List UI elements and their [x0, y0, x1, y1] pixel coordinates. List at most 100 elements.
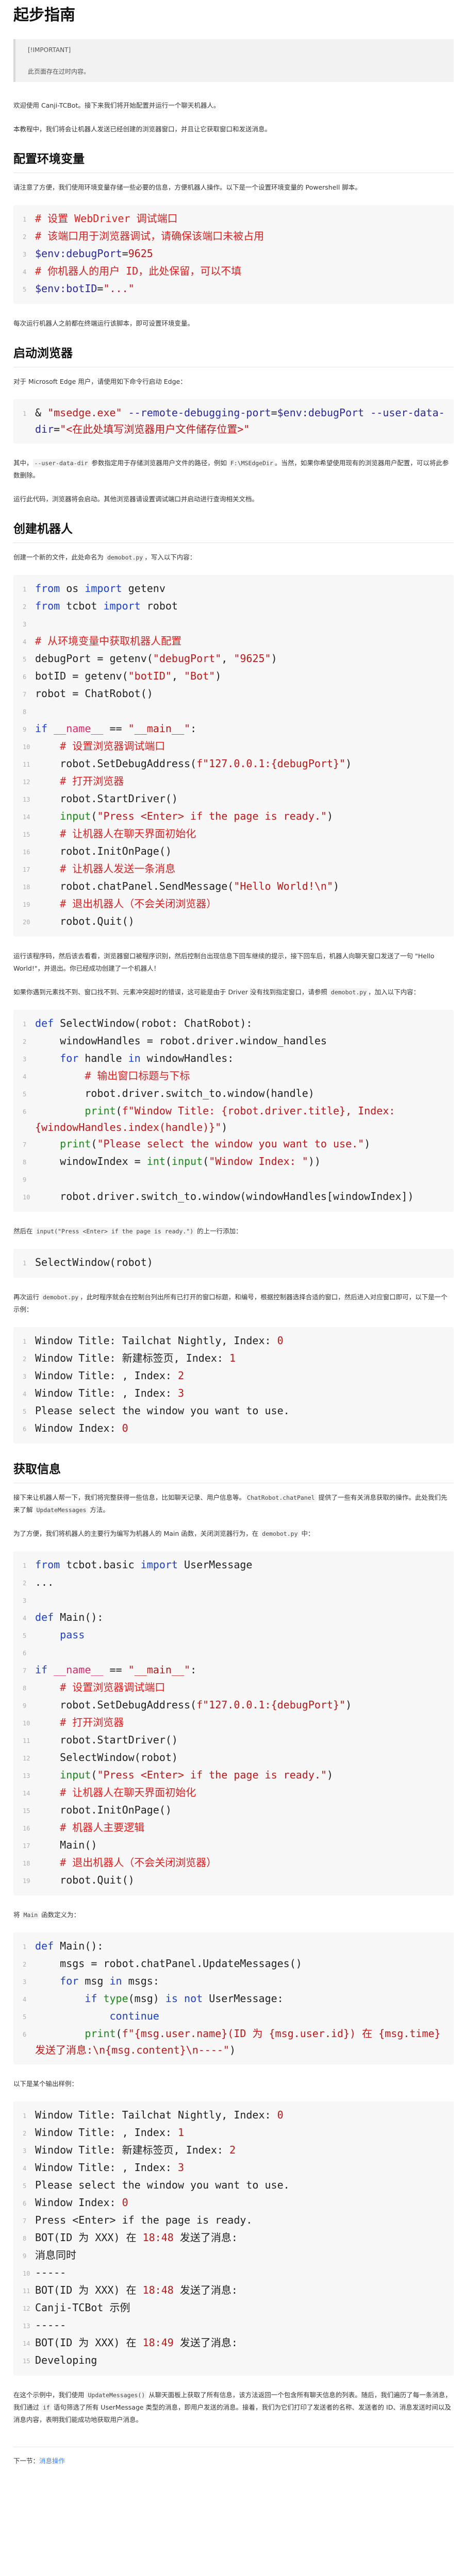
info-paragraph-2: 为了方便，我们将机器人的主要行为编写为机器人的 Main 函数，关闭浏览器行为，…: [13, 1528, 454, 1540]
line-number: 2: [23, 1355, 27, 1363]
line-number: 6: [23, 673, 27, 681]
line-number: 1: [23, 410, 27, 417]
code-line: 5 robot.driver.switch_to.window(handle): [20, 1085, 448, 1103]
code-line: 4 # 输出窗口标题与下标: [20, 1067, 448, 1085]
code-block-browser: 1 & "msedge.exe" --remote-debugging-port=…: [13, 399, 454, 444]
code-text: continue: [109, 2010, 159, 2022]
line-number: 1: [23, 1021, 27, 1028]
code-text: Window Title: Tailchat Nightly, Index: 0: [35, 2109, 284, 2121]
code-text: Window Title: 新建标签页, Index: 1: [35, 1352, 236, 1364]
line-number: 7: [23, 2217, 27, 2225]
browser-after-paragraph: 其中， --user-data-dir 参数指定用于存储浏览器用户文件的路径，例如…: [13, 457, 454, 482]
code-text: # 打开浏览器: [60, 775, 124, 787]
code-text: # 该端口用于浏览器调试，请确保该端口未被占用: [35, 230, 264, 242]
code-line: 1 # 设置 WebDriver 调试端口: [20, 210, 448, 228]
inline-code: demobot.py: [329, 988, 369, 996]
line-number: 3: [23, 1978, 27, 1986]
code-line: 4 # 你机器人的用户 ID，此处保留，可以不填: [20, 263, 448, 280]
code-line: 3 for msg in msgs:: [20, 1973, 448, 1990]
code-text: robot.SetDebugAddress(f"127.0.0.1:{debug…: [35, 757, 352, 770]
code-block-create-3: 1 SelectWindow(robot): [13, 1249, 454, 1278]
code-line: 12 SelectWindow(robot): [20, 1749, 448, 1767]
line-number: 5: [23, 286, 27, 293]
code-text: Developing: [35, 2354, 97, 2366]
inline-code: demobot.py: [105, 553, 145, 562]
code-line: 5 Please select the window you want to us…: [20, 2177, 448, 2194]
code-line: 8 # 设置浏览器调试端口: [20, 1679, 448, 1697]
next-section-link[interactable]: 消息操作: [39, 2457, 65, 2465]
code-line: 3 $env:debugPort=9625: [20, 245, 448, 263]
code-text: & "msedge.exe" --remote-debugging-port=$…: [35, 406, 445, 435]
code-line: 6 print(f"{msg.user.name}(ID 为 {msg.user…: [20, 2025, 448, 2058]
page-footer: 下一节：消息操作: [13, 2447, 454, 2465]
code-text: ​: [35, 1644, 448, 1660]
code-line: 2 from tcbot import robot: [20, 598, 448, 615]
code-line: 8 BOT(ID 为 XXX) 在 18:48 发送了消息:: [20, 2229, 448, 2247]
create-after-paragraph-3: 然后在 input("Press <Enter> if the page is …: [13, 1225, 454, 1238]
code-line: 3 for handle in windowHandles:: [20, 1050, 448, 1067]
line-number: 3: [23, 1056, 27, 1063]
line-number: 1: [23, 2112, 27, 2120]
code-line: 10 # 设置浏览器调试端口: [20, 738, 448, 755]
info-mid-paragraph: 将 Main 函数定义为：: [13, 1909, 454, 1921]
line-number: 2: [23, 1961, 27, 1968]
line-number: 1: [23, 1260, 27, 1267]
line-number: 3: [23, 251, 27, 258]
code-line: 2 # 该端口用于浏览器调试，请确保该端口未被占用: [20, 228, 448, 245]
create-after-paragraph-4: 再次运行 demobot.py ，此时程序就会在控制台列出所有已打开的窗口标题，和…: [13, 1291, 454, 1316]
code-text: -----: [35, 2319, 67, 2331]
code-text: debugPort = getenv("debugPort", "9625"): [35, 652, 277, 665]
code-line: 10 # 打开浏览器: [20, 1714, 448, 1732]
code-text: Window Title: , Index: 2: [35, 1369, 184, 1382]
line-number: 13: [23, 1772, 30, 1780]
inline-code: UpdateMessages(): [86, 2391, 147, 2399]
code-line: 4 def Main():: [20, 1609, 448, 1626]
line-number: 4: [23, 268, 27, 276]
code-text: ​: [35, 1171, 448, 1187]
text-span: 然后在: [13, 1227, 35, 1235]
code-line: 3​: [20, 1591, 448, 1609]
code-text: from os import getenv: [35, 582, 165, 595]
code-text: 消息同时: [35, 2249, 76, 2261]
code-text: robot.SetDebugAddress(f"127.0.0.1:{debug…: [35, 1699, 352, 1711]
code-text: # 你机器人的用户 ID，此处保留，可以不填: [35, 265, 242, 277]
code-text: for msg in msgs:: [60, 1975, 159, 1987]
code-line: 3 Window Title: 新建标签页, Index: 2: [20, 2142, 448, 2159]
section-heading-info: 获取信息: [13, 1461, 454, 1483]
code-line: 6 botID = getenv("botID", "Bot"): [20, 668, 448, 685]
code-text: Window Title: , Index: 3: [35, 1387, 184, 1399]
line-number: 11: [23, 761, 30, 768]
code-text: # 退出机器人（不会关闭浏览器）: [60, 897, 217, 910]
text-span: ，写入以下内容：: [144, 553, 196, 561]
code-block-create-2: 1 def SelectWindow(robot: ChatRobot): 2 wi…: [13, 1010, 454, 1212]
code-text: $env:botID="...": [35, 282, 135, 295]
code-line: 19 robot.Quit(): [20, 1872, 448, 1889]
line-number: 15: [23, 831, 30, 838]
code-text: print(f"Window Title: {robot.driver.titl…: [35, 1105, 402, 1133]
code-text: from tcbot.basic import UserMessage: [35, 1558, 253, 1571]
code-text: if __name__ == "__main__":: [35, 722, 197, 735]
text-span: 参数指定用于存储浏览器用户文件的路径，例如: [89, 459, 229, 467]
code-line: 9​: [20, 1171, 448, 1188]
line-number: 2: [23, 1580, 27, 1587]
code-line: 4 Window Title: , Index: 3: [20, 2159, 448, 2177]
code-line: 3 Window Title: , Index: 2: [20, 1367, 448, 1385]
code-line: 1 def SelectWindow(robot: ChatRobot):: [20, 1015, 448, 1032]
code-line: 11 BOT(ID 为 XXX) 在 18:48 发送了消息:: [20, 2282, 448, 2299]
code-text: pass: [60, 1629, 85, 1641]
code-line: 14 input("Press <Enter> if the page is r…: [20, 808, 448, 825]
code-text: Window Index: 0: [35, 2196, 128, 2209]
line-number: 8: [23, 2235, 27, 2242]
code-text: Canji-TCBot 示例: [35, 2301, 130, 2314]
doc-page: 起步指南 [!IMPORTANT] 此页面存在过时内容。 欢迎使用 Canji-…: [0, 0, 464, 2496]
code-line: 18 # 退出机器人（不会关闭浏览器）: [20, 1854, 448, 1872]
code-text: BOT(ID 为 XXX) 在 18:48 发送了消息:: [35, 2284, 238, 2296]
code-text: BOT(ID 为 XXX) 在 18:48 发送了消息:: [35, 2231, 238, 2244]
line-number: 4: [23, 1996, 27, 2003]
line-number: 13: [23, 796, 30, 803]
code-text: Press <Enter> if the page is ready.: [35, 2214, 253, 2226]
line-number: 11: [23, 1737, 30, 1744]
code-text: windowHandles = robot.driver.window_hand…: [35, 1035, 327, 1047]
code-line: 1 from os import getenv: [20, 580, 448, 598]
info-paragraph: 接下来让机器人帮一下，我们将完整获得一些信息，比如聊天记录、用户信息等。 Chat…: [13, 1492, 454, 1516]
